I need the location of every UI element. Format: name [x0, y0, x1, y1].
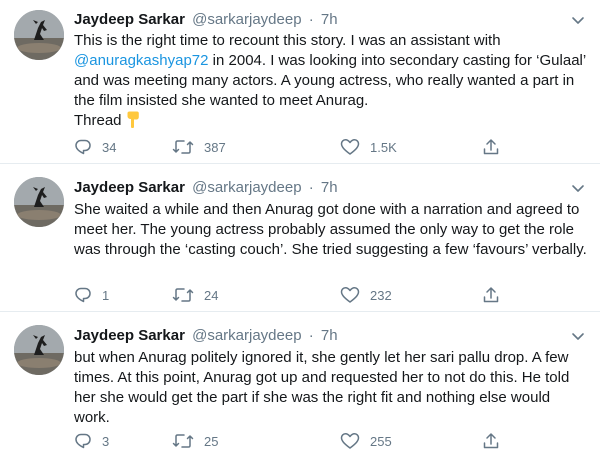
reply-count: 34 — [102, 139, 117, 155]
timestamp[interactable]: 7h — [321, 11, 338, 28]
separator-dot: · — [308, 179, 314, 196]
share-icon — [482, 432, 500, 450]
avatar-image — [14, 177, 64, 227]
author-name[interactable]: Jaydeep Sarkar — [74, 11, 185, 28]
tweet-text: This is the right time to recount this s… — [74, 31, 590, 134]
tweet[interactable]: Jaydeep Sarkar @sarkarjaydeep · 7h This … — [0, 0, 600, 163]
chevron-down-icon[interactable] — [570, 328, 586, 344]
reply-icon — [74, 432, 92, 450]
tweet-text-part: This is the right time to recount this s… — [74, 32, 501, 49]
reply-count: 1 — [102, 287, 110, 303]
like-button[interactable]: 1.5K — [340, 135, 397, 159]
author-name[interactable]: Jaydeep Sarkar — [74, 327, 185, 344]
retweet-count: 24 — [204, 287, 219, 303]
like-count: 255 — [370, 433, 392, 449]
retweet-count: 25 — [204, 433, 219, 449]
retweet-button[interactable]: 24 — [172, 283, 218, 307]
heart-icon — [340, 138, 360, 156]
chevron-down-icon[interactable] — [570, 12, 586, 28]
avatar[interactable] — [14, 325, 64, 375]
heart-icon — [340, 286, 360, 304]
author-handle[interactable]: @sarkarjaydeep — [192, 11, 301, 28]
tweet-header: Jaydeep Sarkar @sarkarjaydeep · 7h — [74, 327, 338, 345]
heart-icon — [340, 432, 360, 450]
retweet-count: 387 — [204, 139, 226, 155]
author-handle[interactable]: @sarkarjaydeep — [192, 179, 301, 196]
tweet-text: She waited a while and then Anurag got d… — [74, 201, 587, 258]
reply-button[interactable]: 3 — [74, 429, 109, 453]
reply-button[interactable]: 1 — [74, 283, 109, 307]
share-button[interactable] — [482, 429, 500, 453]
share-icon — [482, 138, 500, 156]
avatar-image — [14, 325, 64, 375]
retweet-icon — [172, 138, 194, 156]
share-button[interactable] — [482, 135, 500, 159]
timestamp[interactable]: 7h — [321, 327, 338, 344]
tweet-text: but when Anurag politely ignored it, she… — [74, 349, 570, 426]
retweet-icon — [172, 432, 194, 450]
retweet-button[interactable]: 387 — [172, 135, 226, 159]
like-button[interactable]: 232 — [340, 283, 392, 307]
reply-count: 3 — [102, 433, 110, 449]
tweet-actions: 34 387 1.5K — [74, 135, 514, 159]
avatar[interactable] — [14, 10, 64, 60]
author-name[interactable]: Jaydeep Sarkar — [74, 179, 185, 196]
reply-icon — [74, 286, 92, 304]
reply-button[interactable]: 34 — [74, 135, 116, 159]
like-count: 1.5K — [370, 139, 397, 155]
retweet-button[interactable]: 25 — [172, 429, 218, 453]
like-count: 232 — [370, 287, 392, 303]
chevron-down-icon[interactable] — [570, 180, 586, 196]
tweet-actions: 3 25 255 — [74, 429, 514, 453]
share-icon — [482, 286, 500, 304]
tweet[interactable]: Jaydeep Sarkar @sarkarjaydeep · 7h but w… — [0, 311, 600, 451]
tweet-header: Jaydeep Sarkar @sarkarjaydeep · 7h — [74, 179, 338, 197]
thread-label: Thread — [74, 112, 122, 129]
pointing-down-emoji — [126, 111, 140, 134]
separator-dot: · — [308, 11, 314, 28]
tweet-header: Jaydeep Sarkar @sarkarjaydeep · 7h — [74, 11, 338, 29]
avatar-image — [14, 10, 64, 60]
share-button[interactable] — [482, 283, 500, 307]
tweet[interactable]: Jaydeep Sarkar @sarkarjaydeep · 7h She w… — [0, 163, 600, 311]
author-handle[interactable]: @sarkarjaydeep — [192, 327, 301, 344]
timestamp[interactable]: 7h — [321, 179, 338, 196]
separator-dot: · — [308, 327, 314, 344]
tweet-actions: 1 24 232 — [74, 283, 514, 307]
mention-link[interactable]: @anuragkashyap72 — [74, 52, 209, 69]
like-button[interactable]: 255 — [340, 429, 392, 453]
retweet-icon — [172, 286, 194, 304]
avatar[interactable] — [14, 177, 64, 227]
reply-icon — [74, 138, 92, 156]
